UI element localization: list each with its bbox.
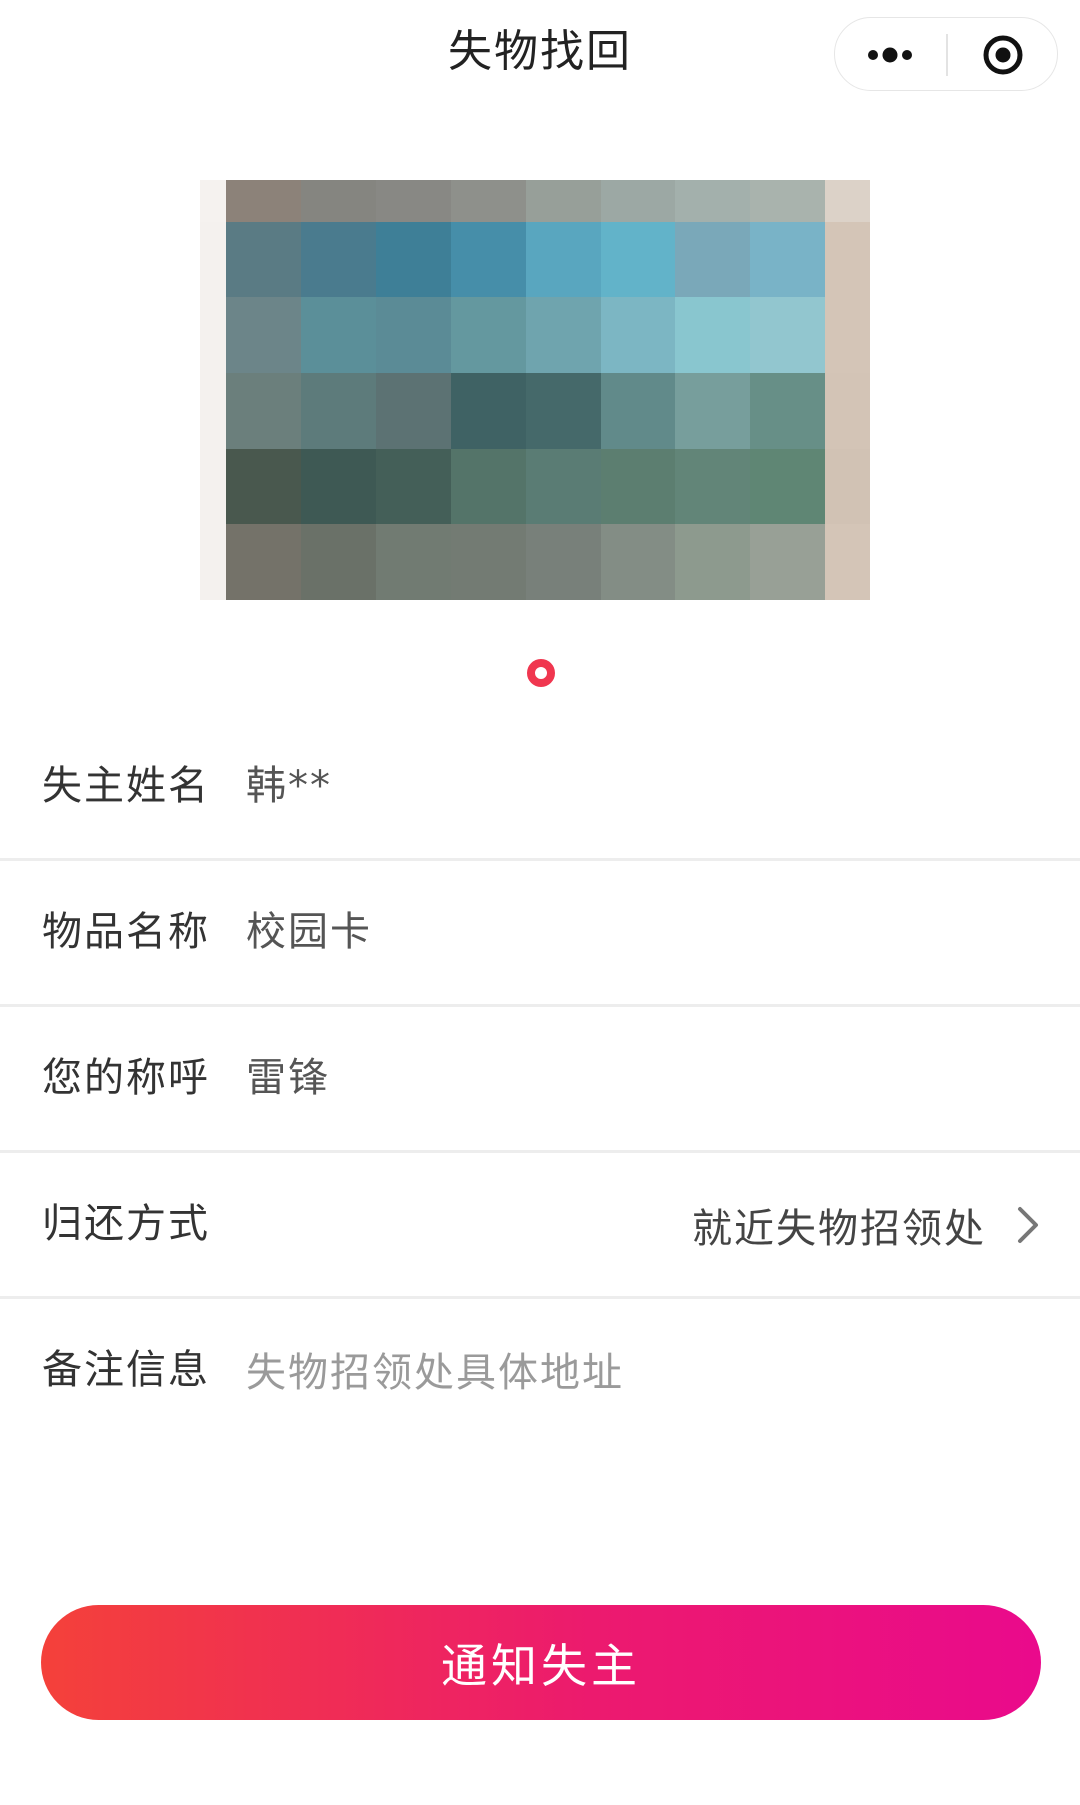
close-button[interactable] [949,18,1057,92]
photo-pixel [226,448,302,525]
photo-pixel [750,524,826,600]
photo-pixel [226,297,302,373]
photo-pixel [200,448,227,525]
photo-pixel [750,221,826,298]
photo-pixel [750,372,826,449]
your-name-field[interactable]: 雷锋 [246,1007,330,1150]
photo-pixel [525,524,601,600]
photo-pixel [301,524,376,600]
photo-pixel [301,448,376,525]
item-photo [200,180,870,600]
remarks-label: 备注信息 [42,1347,210,1393]
photo-pixel [301,372,376,449]
more-dots-icon [868,47,912,63]
photo-pixel [226,372,302,449]
photo-pixel [825,448,870,525]
photo-pixel [200,297,227,373]
return-method-label: 归还方式 [42,1201,210,1247]
photo-pixel [675,221,751,298]
return-method-picker[interactable]: 就近失物招领处 [692,1153,1042,1296]
photo-pixel [525,221,601,298]
photo-pixel [825,297,870,373]
more-button[interactable] [835,18,945,92]
photo-pixel [375,524,451,600]
photo-pixel [200,221,227,298]
photo-pixel [675,297,751,373]
target-close-icon [983,35,1023,75]
menu-capsule [834,17,1058,91]
item-name-row: 物品名称 校园卡 [0,861,1080,1007]
photo-pixel [226,180,302,222]
photo-pixel [825,372,870,449]
photo-pixel [200,524,227,600]
photo-pixel [450,448,526,525]
photo-pixel [450,297,526,373]
item-name-label: 物品名称 [42,909,210,955]
photo-pixel [375,180,451,222]
photo-pixel [600,180,676,222]
owner-name-row: 失主姓名 韩** [0,715,1080,861]
notify-owner-button[interactable]: 通知失主 [41,1605,1041,1720]
remarks-input[interactable] [246,1343,1026,1403]
owner-name-value: 韩** [246,763,332,809]
return-form: 失主姓名 韩** 物品名称 校园卡 您的称呼 雷锋 归还方式 就近失物招领处 备… [0,715,1080,1449]
photo-pixel [675,180,751,222]
photo-pixel [200,372,227,449]
photo-pixel [450,372,526,449]
photo-pixel [750,448,826,525]
chevron-right-icon [1012,1205,1042,1245]
return-method-value: 就近失物招领处 [692,1205,986,1252]
photo-pixel [600,524,676,600]
photo-pixel [675,448,751,525]
item-image-swiper[interactable] [200,180,870,600]
photo-pixel [600,221,676,298]
owner-name-label: 失主姓名 [42,763,210,809]
photo-pixel [825,221,870,298]
photo-pixel [675,524,751,600]
photo-pixel [525,372,601,449]
photo-pixel [450,180,526,222]
photo-pixel [600,448,676,525]
photo-pixel [301,221,376,298]
photo-pixel [375,297,451,373]
photo-pixel [450,524,526,600]
photo-pixel [675,372,751,449]
photo-pixel [600,297,676,373]
photo-pixel [301,180,376,222]
photo-pixel [226,524,302,600]
photo-pixel [375,372,451,449]
remarks-row: 备注信息 [0,1299,1080,1449]
photo-pixel [750,297,826,373]
capsule-divider [946,34,948,76]
photo-pixel [525,448,601,525]
photo-pixel [301,297,376,373]
photo-pixel [825,180,870,222]
your-name-label: 您的称呼 [42,1055,210,1101]
photo-pixel [375,221,451,298]
photo-pixel [200,180,227,222]
photo-pixel [375,448,451,525]
your-name-row: 您的称呼 雷锋 [0,1007,1080,1153]
photo-pixel [525,180,601,222]
item-name-value: 校园卡 [246,909,372,955]
photo-pixel [750,180,826,222]
photo-pixel [600,372,676,449]
swiper-indicator-dot [527,659,555,687]
photo-pixel [450,221,526,298]
photo-pixel [825,524,870,600]
navigation-bar: 失物找回 [0,0,1080,110]
photo-pixel [226,221,302,298]
return-method-row[interactable]: 归还方式 就近失物招领处 [0,1153,1080,1299]
photo-pixel [525,297,601,373]
